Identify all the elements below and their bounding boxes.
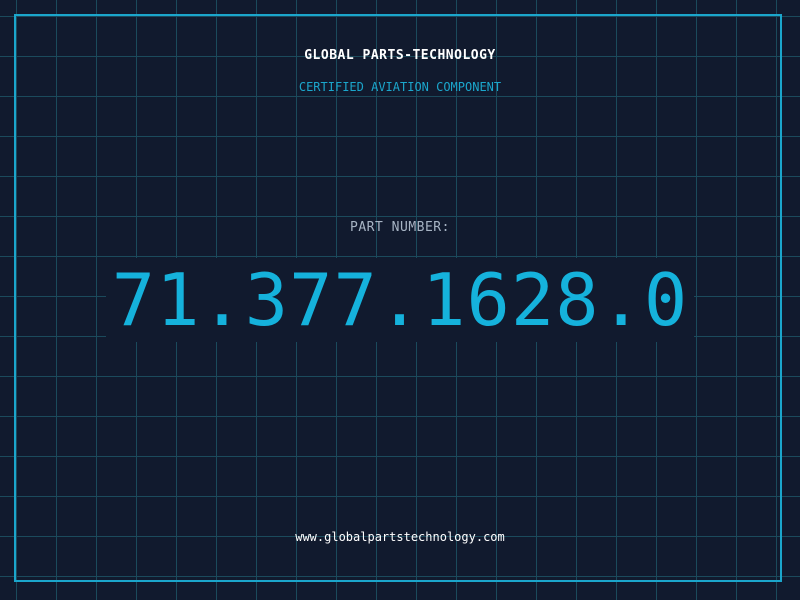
part-number-container: 71.377.1628.0 xyxy=(0,258,800,342)
part-number-value: 71.377.1628.0 xyxy=(105,258,695,342)
part-number-label: PART NUMBER: xyxy=(350,220,450,235)
website-url: www.globalpartstechnology.com xyxy=(295,530,505,544)
company-name: GLOBAL PARTS-TECHNOLOGY xyxy=(304,48,496,63)
certification-subtitle: CERTIFIED AVIATION COMPONENT xyxy=(298,80,502,94)
